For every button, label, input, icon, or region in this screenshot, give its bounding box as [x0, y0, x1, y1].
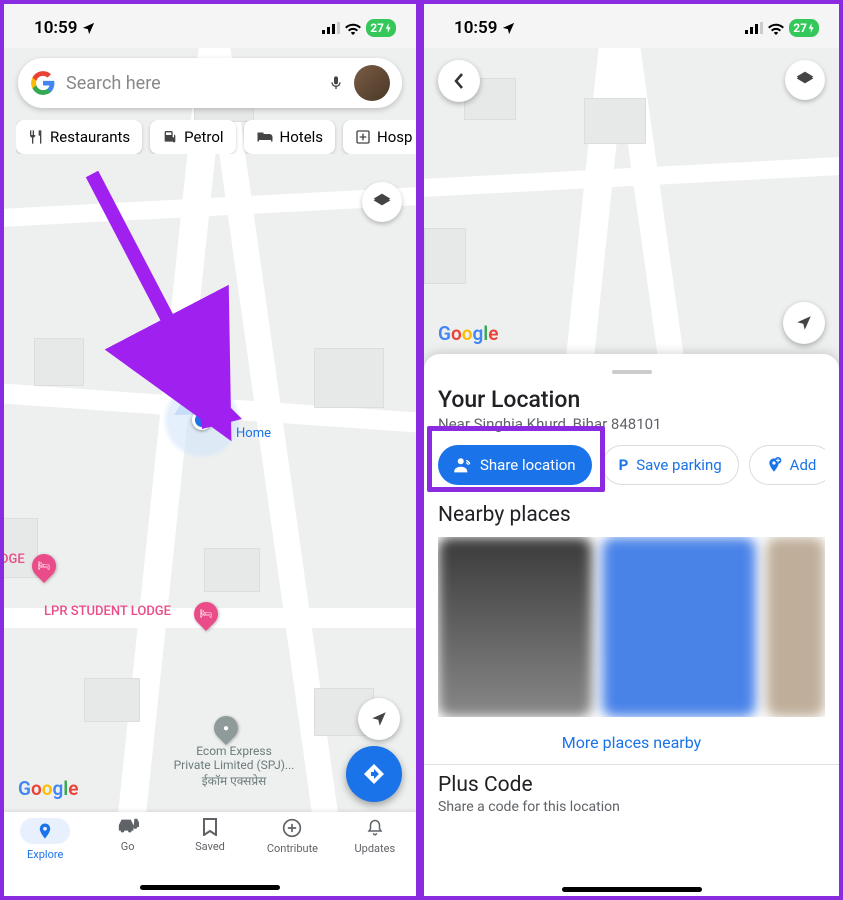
sheet-handle[interactable] — [612, 370, 652, 374]
sheet-subtitle: Near Singhia Khurd, Bihar 848101 — [438, 415, 825, 433]
divider — [424, 764, 839, 765]
map-label-ecom: Ecom Express Private Limited (SPJ)... ईक… — [154, 744, 314, 789]
nearby-card[interactable] — [438, 537, 592, 717]
google-logo: Google — [18, 777, 78, 800]
layers-button[interactable] — [785, 60, 825, 100]
layers-button[interactable] — [362, 182, 402, 222]
wifi-icon — [344, 22, 362, 35]
location-arrow-icon — [501, 21, 516, 36]
nav-updates[interactable]: Updates — [334, 818, 416, 896]
google-g-icon — [30, 70, 56, 96]
current-location-dot[interactable] — [162, 380, 242, 460]
status-time: 10:59 — [34, 18, 77, 38]
recenter-button[interactable] — [358, 698, 400, 740]
recenter-button[interactable] — [783, 302, 825, 344]
hospital-icon — [355, 129, 371, 145]
nav-explore[interactable]: Explore — [4, 818, 86, 896]
back-button[interactable] — [438, 60, 480, 102]
profile-avatar[interactable] — [354, 65, 390, 101]
save-parking-button[interactable]: P Save parking — [602, 445, 739, 485]
person-share-icon — [454, 457, 472, 473]
status-bar: 10:59 27 — [424, 4, 839, 48]
chip-petrol[interactable]: Petrol — [150, 120, 235, 154]
chip-hotels[interactable]: Hotels — [244, 120, 336, 154]
battery-indicator: 27 — [366, 19, 396, 37]
directions-fab[interactable] — [346, 746, 402, 802]
chevron-left-icon — [453, 72, 465, 90]
compass-icon — [795, 314, 813, 332]
parking-icon: P — [619, 456, 629, 474]
location-arrow-icon — [81, 21, 96, 36]
share-location-button[interactable]: Share location — [438, 445, 592, 485]
status-time: 10:59 — [454, 18, 497, 38]
search-bar[interactable]: Search here — [18, 58, 402, 108]
nearby-card[interactable] — [602, 537, 756, 717]
add-button[interactable]: Add — [749, 445, 825, 485]
directions-icon — [362, 762, 386, 786]
status-bar: 10:59 27 — [4, 4, 416, 48]
pin-plus-icon — [766, 456, 782, 474]
layers-icon — [372, 192, 392, 212]
mic-icon[interactable] — [328, 72, 344, 94]
category-chips: Restaurants Petrol Hotels Hosp — [16, 120, 416, 154]
plus-code-subtitle: Share a code for this location — [438, 799, 825, 815]
bell-icon — [366, 818, 384, 838]
restaurant-icon — [28, 129, 44, 145]
nearby-places-title: Nearby places — [438, 503, 825, 527]
bottom-nav: Explore Go Saved Contribute Updates — [4, 812, 416, 896]
bookmark-icon — [203, 818, 217, 836]
home-label: Home — [236, 426, 271, 441]
map-label: LPR STUDENT LODGE — [44, 604, 171, 619]
cellular-icon — [322, 22, 340, 34]
compass-icon — [370, 710, 388, 728]
chip-restaurants[interactable]: Restaurants — [16, 120, 142, 154]
plus-code-title: Plus Code — [438, 773, 825, 797]
car-icon — [117, 818, 139, 836]
nearby-cards — [438, 537, 825, 717]
action-row: Share location P Save parking Add — [438, 445, 825, 485]
plus-circle-icon — [282, 818, 302, 838]
location-sheet[interactable]: Your Location Near Singhia Khurd, Bihar … — [424, 354, 839, 896]
phone-screenshot-left: 10:59 27 Search here — [4, 4, 416, 896]
nearby-card[interactable] — [766, 537, 826, 717]
search-placeholder: Search here — [66, 73, 318, 94]
pin-icon — [36, 822, 54, 840]
more-places-link[interactable]: More places nearby — [438, 733, 825, 752]
cellular-icon — [745, 22, 763, 34]
petrol-icon — [162, 129, 178, 145]
layers-icon — [795, 70, 815, 90]
home-indicator — [562, 887, 702, 892]
hotel-icon — [256, 130, 274, 144]
map-label: DGE — [4, 552, 25, 567]
home-indicator — [140, 885, 280, 890]
phone-screenshot-right: 10:59 27 Google Your Location Near Singh… — [424, 4, 839, 896]
google-logo: Google — [438, 322, 498, 345]
battery-indicator: 27 — [789, 19, 819, 37]
chip-hospital[interactable]: Hosp — [343, 120, 416, 154]
sheet-title: Your Location — [438, 386, 825, 413]
wifi-icon — [767, 22, 785, 35]
